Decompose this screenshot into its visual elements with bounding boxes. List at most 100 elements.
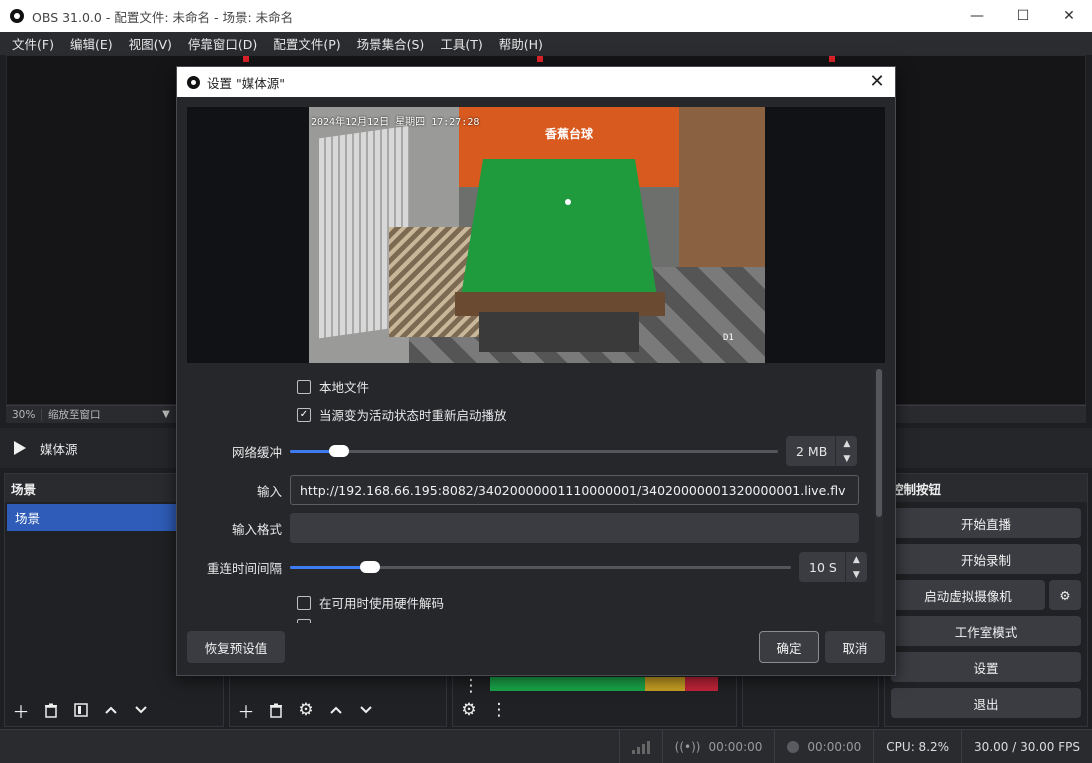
trash-icon[interactable] — [39, 698, 63, 722]
input-format-row: 输入格式 — [187, 513, 873, 543]
status-bar: ((•)) 00:00:00 00:00:00 CPU: 8.2% 30.00 … — [0, 729, 1092, 763]
menu-view[interactable]: 视图(V) — [121, 34, 180, 53]
hw-decode-checkbox[interactable] — [297, 595, 311, 610]
menu-profile[interactable]: 配置文件(P) — [265, 34, 348, 53]
restart-on-active-checkbox[interactable]: ✓ — [297, 407, 311, 422]
local-file-row: 本地文件 — [187, 377, 873, 396]
more-options-icon[interactable]: ⋮ — [459, 674, 483, 698]
preview-edge-marker — [537, 56, 543, 62]
menu-file[interactable]: 文件(F) — [4, 34, 62, 53]
input-url-field[interactable]: http://192.168.66.195:8082/3402000000111… — [290, 475, 859, 505]
menu-scene-collection[interactable]: 场景集合(S) — [349, 34, 433, 53]
local-file-label: 本地文件 — [319, 380, 370, 395]
network-buffer-slider[interactable] — [290, 441, 778, 461]
chevron-down-icon[interactable]: ▼ — [156, 409, 176, 420]
exit-button[interactable]: 退出 — [891, 688, 1081, 718]
dialog-title: 设置 "媒体源" — [207, 75, 285, 91]
menu-help[interactable]: 帮助(H) — [491, 34, 551, 53]
maximize-button[interactable]: ☐ — [1000, 0, 1046, 32]
add-icon[interactable]: ＋ — [9, 698, 33, 723]
video-wall-sign: 香蕉台球 — [545, 127, 594, 141]
record-status: 00:00:00 — [774, 730, 873, 763]
virtual-camera-settings-gear-icon[interactable]: ⚙ — [1049, 580, 1081, 610]
ok-button[interactable]: 确定 — [759, 631, 819, 663]
reconnect-interval-label: 重连时间间隔 — [206, 560, 282, 576]
input-label: 输入 — [256, 483, 282, 499]
chevron-up-icon[interactable]: ▲ — [846, 552, 867, 567]
obs-logo-icon — [10, 9, 24, 23]
close-button[interactable]: ✕ — [1046, 0, 1092, 32]
studio-mode-button[interactable]: 工作室模式 — [891, 616, 1081, 646]
cancel-button[interactable]: 取消 — [825, 631, 885, 663]
slider-handle[interactable] — [329, 445, 349, 457]
add-icon[interactable]: ＋ — [234, 698, 258, 723]
settings-button[interactable]: 设置 — [891, 652, 1081, 682]
scrollbar-thumb[interactable] — [876, 369, 882, 517]
reconnect-interval-value[interactable]: 10 S — [799, 560, 845, 575]
controls-dock: 控制按钮 开始直播 开始录制 启动虚拟摄像机 ⚙ 工作室模式 设置 退出 — [884, 473, 1088, 727]
menu-edit[interactable]: 编辑(E) — [62, 34, 121, 53]
gears-icon[interactable]: ⚙ — [457, 698, 481, 722]
restart-on-active-label: 当源变为活动状态时重新启动播放 — [319, 408, 507, 423]
chevron-down-icon[interactable]: ▼ — [846, 567, 867, 582]
preview-edge-marker — [829, 56, 835, 62]
network-buffer-value[interactable]: 2 MB — [786, 444, 835, 459]
hw-decode-label: 在可用时使用硬件解码 — [319, 596, 445, 611]
reconnect-interval-slider[interactable] — [290, 557, 791, 577]
menu-bar: 文件(F) 编辑(E) 视图(V) 停靠窗口(D) 配置文件(P) 场景集合(S… — [0, 32, 1092, 55]
next-option-row — [187, 619, 873, 623]
network-buffer-row: 网络缓冲 2 MB ▲ ▼ — [187, 436, 873, 466]
video-timestamp: 2024年12月12日 星期四 17:27:28 — [311, 117, 480, 128]
play-icon[interactable] — [14, 441, 26, 455]
start-recording-button[interactable]: 开始录制 — [891, 544, 1081, 574]
trash-icon[interactable] — [264, 698, 288, 722]
move-up-icon[interactable] — [99, 698, 123, 722]
local-file-checkbox[interactable] — [297, 379, 311, 394]
dialog-close-icon[interactable]: ✕ — [867, 72, 887, 92]
meter-clip-zone — [685, 677, 718, 691]
stream-status: ((•)) 00:00:00 — [661, 730, 775, 763]
move-down-icon[interactable] — [354, 698, 378, 722]
move-up-icon[interactable] — [324, 698, 348, 722]
restore-defaults-button[interactable]: 恢复预设值 — [187, 631, 285, 663]
source-properties-dialog: 设置 "媒体源" ✕ 2024年12月12日 星期四 17:27:28 香蕉台球… — [176, 66, 896, 676]
camera-feed-image: 2024年12月12日 星期四 17:27:28 香蕉台球 D1 — [309, 107, 765, 363]
input-format-field[interactable] — [290, 513, 859, 543]
reconnect-interval-row: 重连时间间隔 10 S ▲ ▼ — [187, 552, 873, 582]
window-titlebar: OBS 31.0.0 - 配置文件: 未命名 - 场景: 未命名 — ☐ ✕ — [0, 0, 1092, 32]
properties-panel: 本地文件 ✓ 当源变为活动状态时重新启动播放 网络缓冲 2 MB ▲ ▼ 输入 — [187, 367, 873, 623]
source-name: 媒体源 — [40, 441, 78, 457]
next-option-checkbox[interactable] — [297, 619, 311, 623]
audio-level-meter — [490, 677, 718, 691]
chevron-down-icon[interactable]: ▼ — [836, 451, 857, 466]
restart-on-active-row: ✓ 当源变为活动状态时重新启动播放 — [187, 405, 873, 424]
input-format-label: 输入格式 — [231, 521, 282, 537]
cpu-usage: CPU: 8.2% — [873, 730, 961, 763]
gear-icon[interactable]: ⚙ — [294, 698, 318, 722]
menu-tools[interactable]: 工具(T) — [432, 34, 490, 53]
network-buffer-label: 网络缓冲 — [231, 444, 282, 460]
preview-edge-marker — [243, 56, 249, 62]
network-buffer-spinbox[interactable]: 2 MB ▲ ▼ — [786, 436, 858, 466]
more-options-icon[interactable]: ⋮ — [487, 698, 511, 722]
slider-handle[interactable] — [360, 561, 380, 573]
broadcast-icon: ((•)) — [674, 739, 701, 754]
controls-dock-title: 控制按钮 — [885, 474, 1087, 502]
chevron-up-icon[interactable]: ▲ — [836, 436, 857, 451]
preview-scrollbar[interactable] — [896, 405, 1086, 423]
filter-icon[interactable] — [69, 698, 93, 722]
obs-logo-icon — [187, 75, 200, 89]
network-signal — [618, 730, 662, 763]
properties-scrollbar[interactable] — [875, 369, 883, 623]
input-row: 输入 http://192.168.66.195:8082/3402000000… — [187, 475, 873, 505]
preview-zoom-bar: 30% 缩放至窗口 ▼ — [6, 405, 176, 423]
zoom-mode-select[interactable]: 缩放至窗口 — [42, 407, 156, 422]
menu-docks[interactable]: 停靠窗口(D) — [180, 34, 265, 53]
start-virtual-camera-button[interactable]: 启动虚拟摄像机 — [891, 580, 1045, 610]
move-down-icon[interactable] — [129, 698, 153, 722]
start-streaming-button[interactable]: 开始直播 — [891, 508, 1081, 538]
zoom-level: 30% — [6, 408, 42, 421]
minimize-button[interactable]: — — [954, 0, 1000, 32]
stream-time: 00:00:00 — [708, 739, 763, 754]
reconnect-interval-spinbox[interactable]: 10 S ▲ ▼ — [799, 552, 867, 582]
